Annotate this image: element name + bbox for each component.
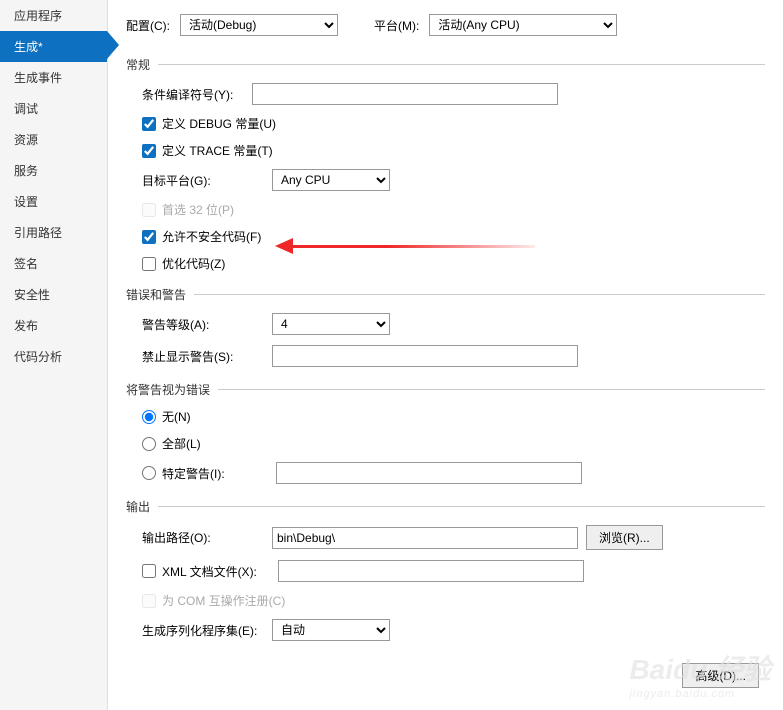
output-path-label: 输出路径(O):: [142, 529, 272, 546]
treat-none-radio[interactable]: [142, 410, 156, 424]
com-interop-label: 为 COM 互操作注册(C): [162, 592, 285, 609]
treat-none-label: 无(N): [162, 408, 191, 425]
section-output-title: 输出: [126, 498, 150, 515]
sidebar-item-resources[interactable]: 资源: [0, 124, 107, 155]
divider: [158, 506, 765, 507]
sidebar-item-code-analysis[interactable]: 代码分析: [0, 341, 107, 372]
treat-all-label: 全部(L): [162, 435, 201, 452]
prefer-32bit-label: 首选 32 位(P): [162, 201, 234, 218]
debug-const-label: 定义 DEBUG 常量(U): [162, 115, 276, 132]
sidebar-item-build[interactable]: 生成*: [0, 31, 107, 62]
treat-specific-input[interactable]: [276, 462, 582, 484]
warning-level-select[interactable]: 4: [272, 313, 390, 335]
suppress-warnings-input[interactable]: [272, 345, 578, 367]
treat-all-radio[interactable]: [142, 437, 156, 451]
sidebar-item-signing[interactable]: 签名: [0, 248, 107, 279]
section-general-title: 常规: [126, 56, 150, 73]
allow-unsafe-label: 允许不安全代码(F): [162, 228, 261, 245]
section-treat-warnings-title: 将警告视为错误: [126, 381, 210, 398]
sidebar: 应用程序 生成* 生成事件 调试 资源 服务 设置 引用路径 签名 安全性 发布…: [0, 0, 108, 710]
sidebar-item-publish[interactable]: 发布: [0, 310, 107, 341]
sidebar-item-services[interactable]: 服务: [0, 155, 107, 186]
advanced-button[interactable]: 高级(D)...: [682, 663, 759, 688]
prefer-32bit-checkbox: [142, 203, 156, 217]
cond-symbols-input[interactable]: [252, 83, 558, 105]
sidebar-item-build-events[interactable]: 生成事件: [0, 62, 107, 93]
debug-const-checkbox[interactable]: [142, 117, 156, 131]
sidebar-item-settings[interactable]: 设置: [0, 186, 107, 217]
treat-specific-radio[interactable]: [142, 466, 156, 480]
config-select[interactable]: 活动(Debug): [180, 14, 338, 36]
warning-level-label: 警告等级(A):: [142, 316, 272, 333]
platform-label: 平台(M):: [374, 17, 419, 34]
com-interop-checkbox: [142, 594, 156, 608]
sidebar-item-debug[interactable]: 调试: [0, 93, 107, 124]
trace-const-label: 定义 TRACE 常量(T): [162, 142, 273, 159]
divider: [158, 64, 765, 65]
divider: [194, 294, 765, 295]
sidebar-item-application[interactable]: 应用程序: [0, 0, 107, 31]
sidebar-item-reference-paths[interactable]: 引用路径: [0, 217, 107, 248]
section-warnings-title: 错误和警告: [126, 286, 186, 303]
output-path-input[interactable]: [272, 527, 578, 549]
suppress-warnings-label: 禁止显示警告(S):: [142, 348, 272, 365]
trace-const-checkbox[interactable]: [142, 144, 156, 158]
browse-button[interactable]: 浏览(R)...: [586, 525, 663, 550]
main-panel: 配置(C): 活动(Debug) 平台(M): 活动(Any CPU) 常规 条…: [108, 0, 783, 710]
xml-doc-label: XML 文档文件(X):: [162, 563, 272, 580]
allow-unsafe-checkbox[interactable]: [142, 230, 156, 244]
platform-select[interactable]: 活动(Any CPU): [429, 14, 617, 36]
sidebar-item-security[interactable]: 安全性: [0, 279, 107, 310]
config-label: 配置(C):: [126, 17, 170, 34]
xml-doc-checkbox[interactable]: [142, 564, 156, 578]
cond-symbols-label: 条件编译符号(Y):: [142, 86, 252, 103]
divider: [218, 389, 765, 390]
target-platform-label: 目标平台(G):: [142, 172, 272, 189]
optimize-checkbox[interactable]: [142, 257, 156, 271]
optimize-label: 优化代码(Z): [162, 255, 225, 272]
xml-doc-input: [278, 560, 584, 582]
serialization-label: 生成序列化程序集(E):: [142, 622, 272, 639]
serialization-select[interactable]: 自动: [272, 619, 390, 641]
treat-specific-label: 特定警告(I):: [162, 465, 270, 482]
target-platform-select[interactable]: Any CPU: [272, 169, 390, 191]
